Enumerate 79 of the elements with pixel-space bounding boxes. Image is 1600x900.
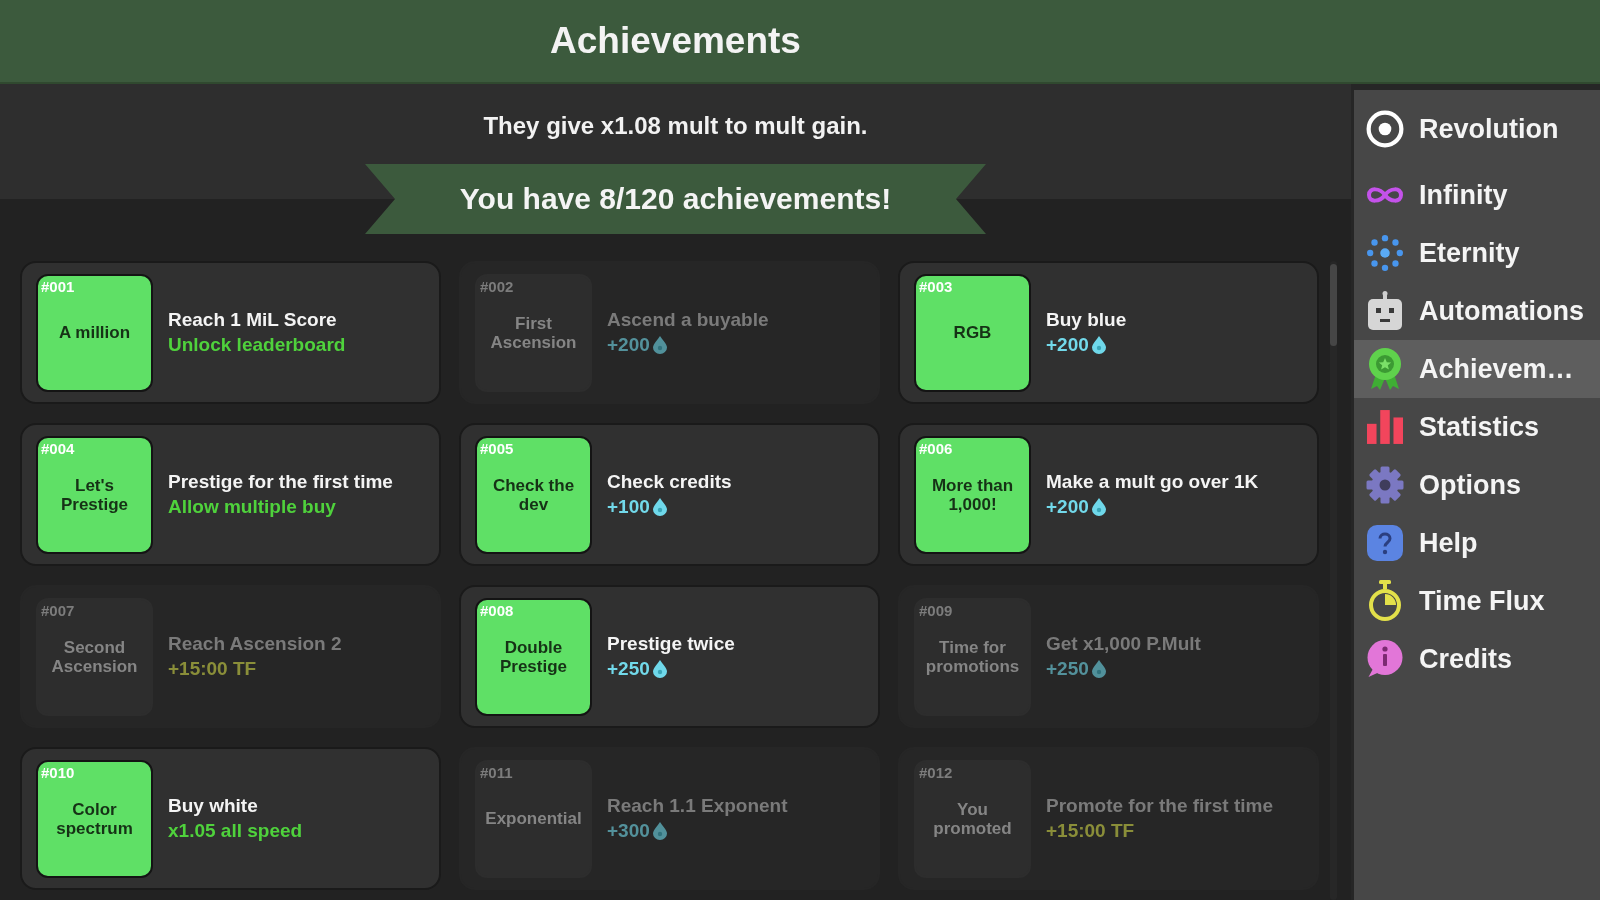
achievement-number: #012 <box>919 763 953 781</box>
achievement-requirement: Reach Ascension 2 <box>168 633 342 655</box>
achievement-name: RGB <box>953 323 992 342</box>
droplet-icon <box>1091 336 1106 354</box>
sidebar-item[interactable]: Options <box>1354 456 1600 514</box>
sidebar-item[interactable]: Eternity <box>1354 224 1600 282</box>
reward-text: +15:00 TF <box>1046 820 1135 842</box>
scrollbar-thumb[interactable] <box>1330 264 1337 346</box>
help-icon <box>1367 525 1403 561</box>
achievement-number: #008 <box>480 601 514 619</box>
reward-text: x1.05 all speed <box>168 820 303 842</box>
achievement-requirement: Get x1,000 P.Mult <box>1046 633 1201 655</box>
reward-text: +250 <box>607 658 650 680</box>
reward-text: +15:00 TF <box>168 658 257 680</box>
sidebar-item[interactable]: Achievem… <box>1354 340 1600 398</box>
achievement-requirement: Reach 1.1 Exponent <box>607 795 788 817</box>
reward-text: Unlock leaderboard <box>168 334 346 356</box>
sidebar-item[interactable]: Statistics <box>1354 398 1600 456</box>
achievement-name: Let's Prestige <box>59 475 130 514</box>
reward-text: +200 <box>1046 334 1089 356</box>
achievement-number: #011 <box>480 763 513 781</box>
achievement-number: #004 <box>41 439 75 457</box>
droplet-icon <box>652 822 667 840</box>
achievement-requirement: Prestige twice <box>607 633 735 655</box>
droplet-icon <box>1091 660 1106 678</box>
achievement-name: You promoted <box>932 799 1013 838</box>
sidebar-item[interactable]: Help <box>1354 514 1600 572</box>
sidebar-item[interactable]: Credits <box>1354 630 1600 688</box>
achievement-name: More than 1,000! <box>930 475 1015 514</box>
bar-chart-icon <box>1367 410 1403 444</box>
info-icon <box>1367 640 1403 678</box>
sidebar-item[interactable]: Time Flux <box>1354 572 1600 630</box>
achievement-number: #005 <box>480 439 514 457</box>
achievement-number: #003 <box>919 277 953 295</box>
achievement-requirement: Reach 1 MiL Score <box>168 309 338 331</box>
reward-text: +250 <box>1046 658 1089 680</box>
achievement-requirement: Buy white <box>168 795 259 817</box>
achievement-requirement: Promote for the first time <box>1046 795 1273 817</box>
achievement-requirement: Prestige for the first time <box>168 471 393 493</box>
bonus-text: They give x1.08 mult to mult gain. <box>483 111 868 141</box>
achievement-name: Check the dev <box>491 475 576 514</box>
achievement-number: #009 <box>919 601 953 619</box>
achievement-number: #001 <box>41 277 75 295</box>
droplet-icon <box>652 660 667 678</box>
target-icon <box>1366 110 1404 148</box>
reward-text: +200 <box>607 334 650 356</box>
medal-icon <box>1367 347 1403 391</box>
reward-text: Allow multiple buy <box>168 496 336 518</box>
achievement-requirement: Ascend a buyable <box>607 309 769 331</box>
achievement-number: #006 <box>919 439 953 457</box>
infinity-icon <box>1365 186 1405 204</box>
sidebar-item[interactable]: Automations <box>1354 282 1600 340</box>
achievement-number: #002 <box>480 277 514 295</box>
achievement-count-banner: You have 8/120 achievements! <box>365 164 986 234</box>
achievement-name: First Ascension <box>489 313 578 352</box>
achievement-name: Second Ascension <box>50 637 139 676</box>
stopwatch-icon <box>1369 580 1401 622</box>
droplet-icon <box>652 498 667 516</box>
settings-icon <box>1366 466 1404 504</box>
dotted-ring-icon <box>1367 235 1403 271</box>
achievement-requirement: Check credits <box>607 471 732 493</box>
reward-text: +300 <box>607 820 650 842</box>
reward-text: +100 <box>607 496 650 518</box>
sidebar-item[interactable]: Revolution <box>1354 100 1600 158</box>
achievement-name: Double Prestige <box>498 637 569 676</box>
achievement-name: Color spectrum <box>55 799 134 838</box>
page-title: Achievements <box>550 19 801 63</box>
achievement-number: #007 <box>41 601 75 619</box>
droplet-icon <box>652 336 667 354</box>
achievement-name: Time for promotions <box>924 637 1021 676</box>
robot-icon <box>1367 291 1403 331</box>
achievement-requirement: Make a mult go over 1K <box>1046 471 1259 493</box>
reward-text: +200 <box>1046 496 1089 518</box>
droplet-icon <box>1091 498 1106 516</box>
achievement-name: A million <box>58 323 131 342</box>
sidebar-item[interactable]: Infinity <box>1354 166 1600 224</box>
achievement-requirement: Buy blue <box>1046 309 1127 331</box>
achievement-number: #010 <box>41 763 75 781</box>
achievement-name: Exponential <box>485 809 582 828</box>
